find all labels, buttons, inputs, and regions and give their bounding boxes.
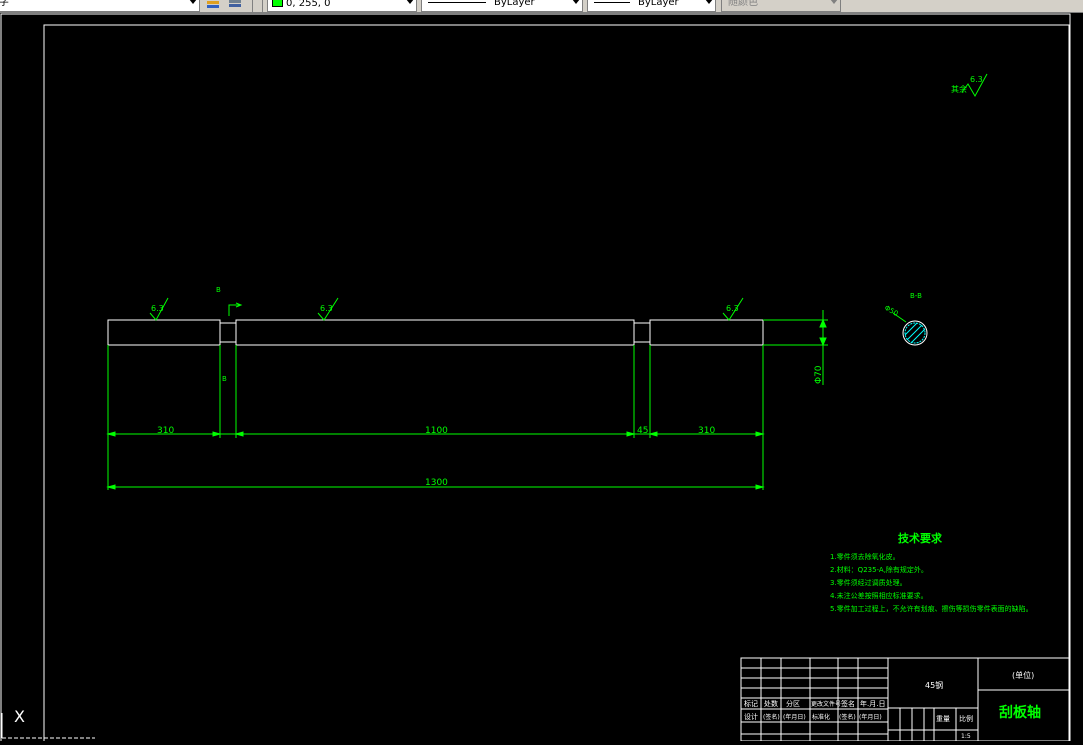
technical-requirements: 技术要求 1.零件须去除氧化皮。 2.材料：Q235-A,除有规定外。 3.零件…: [830, 531, 1033, 613]
chevron-down-icon: [189, 0, 197, 4]
chevron-down-icon: [830, 0, 838, 4]
tb-label: 更改文件号: [811, 700, 841, 708]
tech-req-item: 3.零件须经过调质处理。: [830, 578, 907, 587]
dim-left-length: 310: [157, 426, 174, 436]
roughness-value: 6.3: [151, 304, 164, 313]
ucs-icon: X: [1, 707, 95, 739]
tb-unit: (单位): [1012, 670, 1034, 680]
roughness-value: 6.3: [320, 304, 333, 313]
tech-req-item: 1.零件须去除氧化皮。: [830, 552, 900, 561]
linetype-dropdown[interactable]: ByLayer: [421, 0, 583, 12]
dim-right-length: 310: [698, 426, 715, 436]
tb-label: (签名): [839, 713, 856, 721]
tb-label: (签名): [763, 713, 780, 721]
lineweight-preview: [594, 1, 630, 3]
chevron-down-icon: [705, 0, 713, 4]
color-swatch: [272, 0, 283, 7]
tech-req-title: 技术要求: [898, 531, 943, 545]
tb-weight-label: 重量: [936, 715, 950, 723]
tb-scale-label: 比例: [959, 714, 973, 723]
plotstyle-dropdown: 随颜色: [721, 0, 841, 12]
plotstyle-value: 随颜色: [728, 0, 758, 8]
tb-label: (年月日): [859, 713, 882, 721]
ucs-x-label: X: [14, 707, 25, 726]
shaft-neck-right: [633, 322, 651, 343]
roughness-mark-left: 6.3: [149, 297, 169, 321]
chevron-down-icon: [406, 0, 414, 4]
linetype-preview: [428, 1, 486, 3]
toolbar-separator: [252, 0, 253, 12]
dim-middle-length: 1100: [425, 426, 448, 436]
tb-scale: 1:5: [961, 733, 971, 740]
chevron-down-icon: [572, 0, 580, 4]
section-view-title: B-B: [910, 292, 922, 300]
shaft-segment-middle: [235, 319, 635, 346]
layer-states-icon[interactable]: [205, 0, 221, 10]
lineweight-dropdown[interactable]: ByLayer: [587, 0, 716, 12]
section-mark-bottom: B: [222, 375, 227, 383]
tb-label: 设计: [744, 712, 758, 721]
diameter-dimension: Φ70: [763, 310, 828, 385]
tech-req-item: 4.未注公差按照相应标准要求。: [830, 591, 928, 600]
sheet-outer-border: [0, 13, 1071, 745]
color-dropdown[interactable]: 0, 255, 0: [267, 0, 417, 12]
dim-neck-length: 45: [637, 426, 648, 436]
tb-label: 签名: [841, 699, 855, 708]
shaft-geometry: [107, 319, 764, 346]
roughness-other-label: 其余: [951, 84, 967, 94]
text-style-value: 字: [0, 0, 9, 8]
tb-label: 标准化: [812, 713, 830, 721]
tb-label: 标记: [744, 699, 758, 708]
diameter-value: Φ70: [814, 365, 824, 384]
sheet-inner-border: [43, 24, 1070, 745]
shaft-segment-right: [649, 319, 764, 346]
linetype-value: ByLayer: [494, 0, 535, 8]
roughness-mark-right: 6.3: [722, 297, 744, 321]
section-view: B-B Φ50: [883, 292, 928, 346]
length-dimensions: [106, 345, 765, 490]
shaft-neck-left: [219, 322, 237, 343]
dim-total-length: 1300: [425, 478, 448, 488]
global-roughness-symbol: 其余 6.3: [951, 73, 988, 98]
shaft-segment-left: [107, 319, 221, 346]
tb-label: 处数: [764, 699, 778, 708]
tb-label: (年月日): [783, 713, 806, 721]
tech-req-item: 2.材料：Q235-A,除有规定外。: [830, 565, 928, 574]
tb-label: 年.月.日: [860, 699, 885, 708]
roughness-global-value: 6.3: [970, 75, 983, 84]
toolbar-separator: [262, 0, 263, 12]
color-value: 0, 255, 0: [286, 0, 331, 9]
tb-material: 45钢: [925, 680, 943, 690]
section-mark-top: B: [216, 286, 221, 294]
tech-req-item: 5.零件加工过程上，不允许有划痕、擦伤等损伤零件表面的缺陷。: [830, 604, 1033, 613]
tb-label: 分区: [786, 699, 800, 708]
roughness-value: 6.3: [726, 304, 739, 313]
drawing-canvas[interactable]: 其余 6.3 6.3 6.3 6.3 B B Φ70 B-B Φ50 310 1…: [0, 12, 1083, 745]
layer-previous-icon[interactable]: [227, 0, 243, 10]
tb-part-name: 刮板轴: [999, 704, 1041, 721]
text-style-dropdown[interactable]: 字: [0, 0, 200, 12]
lineweight-value: ByLayer: [638, 0, 679, 8]
roughness-mark-middle: 6.3: [317, 297, 339, 321]
